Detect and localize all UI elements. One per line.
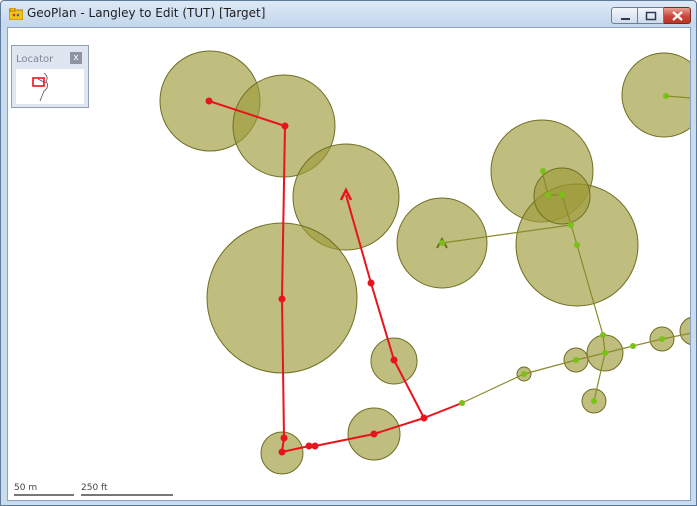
network-node[interactable] (540, 168, 546, 174)
network-node[interactable] (630, 343, 636, 349)
maximize-icon (645, 11, 657, 21)
minimize-icon (621, 18, 630, 20)
locator-close-button[interactable]: x (70, 52, 82, 64)
trace-node[interactable] (278, 295, 286, 303)
network-node[interactable] (602, 350, 608, 356)
network-node[interactable] (568, 222, 574, 228)
metric-scale-label: 50 m (14, 483, 38, 493)
network-node[interactable] (659, 336, 665, 342)
trace-node[interactable] (367, 279, 375, 287)
imperial-scale-label: 250 ft (81, 483, 108, 493)
metric-scale-bar: 50 m (14, 483, 74, 496)
buffer-zone[interactable] (679, 317, 691, 345)
locator-title: Locator (16, 54, 54, 65)
network-node[interactable] (573, 357, 579, 363)
trace-node[interactable] (311, 442, 319, 450)
buffer-zone[interactable] (621, 52, 691, 138)
map-canvas[interactable]: Locator x 50 m 250 ft (7, 27, 691, 501)
trace-node[interactable] (205, 97, 213, 105)
close-button[interactable] (664, 7, 691, 24)
network-node[interactable] (459, 400, 465, 406)
network-node[interactable] (439, 240, 445, 246)
network-map[interactable] (8, 28, 691, 501)
selected-trace[interactable] (423, 402, 463, 419)
trace-node[interactable] (305, 442, 313, 450)
trace-node[interactable] (420, 414, 428, 422)
locator-overview[interactable] (16, 69, 84, 104)
trace-node[interactable] (278, 448, 286, 456)
network-node[interactable] (591, 398, 597, 404)
trace-node[interactable] (281, 122, 289, 130)
network-node[interactable] (574, 242, 580, 248)
network-node[interactable] (600, 332, 606, 338)
locator-panel[interactable]: Locator x (11, 45, 89, 108)
app-window: GeoPlan - Langley to Edit (TUT) [Target] (0, 0, 697, 506)
title-bar[interactable]: GeoPlan - Langley to Edit (TUT) [Target] (1, 1, 696, 27)
locator-overview-map (32, 72, 48, 102)
minimize-button[interactable] (611, 7, 638, 24)
window-title: GeoPlan - Langley to Edit (TUT) [Target] (27, 6, 266, 20)
maximize-button[interactable] (638, 7, 664, 24)
network-node[interactable] (521, 371, 527, 377)
trace-node[interactable] (390, 356, 398, 364)
trace-node[interactable] (370, 430, 378, 438)
network-node[interactable] (545, 192, 551, 198)
trace-node[interactable] (280, 434, 288, 442)
imperial-scale-bar: 250 ft (81, 483, 173, 496)
network-node[interactable] (559, 192, 565, 198)
geoplan-app-icon (9, 8, 23, 20)
network-node[interactable] (663, 93, 669, 99)
close-icon (672, 11, 683, 21)
